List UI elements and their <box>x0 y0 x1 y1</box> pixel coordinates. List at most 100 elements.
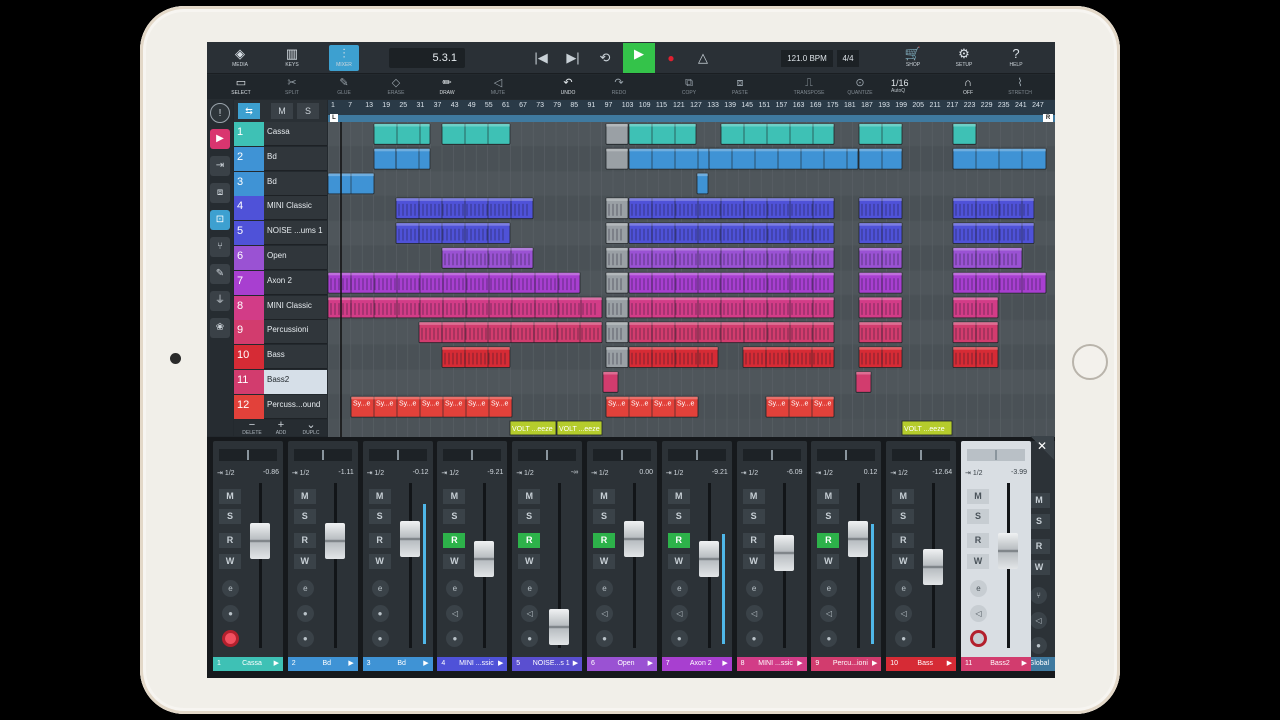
io-selector[interactable]: ⇥ 1/2 <box>292 469 310 477</box>
volume-fader[interactable] <box>848 521 869 557</box>
mute-button[interactable]: M <box>742 489 765 504</box>
position-display[interactable]: 5.3.1 <box>389 48 465 68</box>
record-arm-button[interactable]: ● <box>745 630 763 647</box>
solo-button[interactable]: S <box>518 509 541 524</box>
speaker-icon[interactable]: ◁ <box>745 605 763 622</box>
copy-button[interactable]: ⧉ COPY <box>672 76 706 98</box>
cycle-button[interactable]: ⟲ <box>591 47 619 69</box>
edit-icon[interactable]: e <box>745 580 763 597</box>
read-automation-button[interactable]: R <box>817 533 840 548</box>
clip[interactable] <box>952 147 1047 170</box>
read-automation-button[interactable]: R <box>219 533 241 548</box>
track-header[interactable]: 10 Bass <box>234 345 327 370</box>
speaker-icon[interactable]: ◁ <box>596 605 613 622</box>
solo-button[interactable]: S <box>219 509 241 524</box>
play-button[interactable]: ▶ <box>623 43 655 73</box>
read-automation-button[interactable]: R <box>593 533 615 548</box>
track-header[interactable]: 8 MINI Classic <box>234 295 327 320</box>
track-header[interactable]: 6 Open <box>234 246 327 270</box>
routing-icon[interactable]: ⑂ <box>210 237 230 257</box>
io-selector[interactable]: ⇥ 1/2 <box>890 469 908 477</box>
clip[interactable] <box>855 371 872 393</box>
io-selector[interactable]: ⇥ 1/2 <box>815 469 833 477</box>
clip[interactable] <box>696 172 709 195</box>
clip[interactable] <box>628 346 719 368</box>
automation-icon[interactable]: ✎ <box>210 264 230 284</box>
pan-knob[interactable] <box>443 449 502 461</box>
clip[interactable] <box>328 296 603 319</box>
pan-knob[interactable] <box>667 449 726 461</box>
solo-button[interactable]: S <box>967 509 989 524</box>
volume-fader[interactable] <box>549 609 570 645</box>
edit-icon[interactable]: e <box>596 580 613 597</box>
keys-button[interactable]: ▥ KEYS <box>277 45 307 71</box>
track-header[interactable]: 1 Cassa <box>234 122 327 146</box>
volume-fader[interactable] <box>399 521 420 557</box>
track-header[interactable]: 5 NOISE ...ums 1 <box>234 221 327 246</box>
instrument-icon[interactable]: ▶ <box>210 129 230 149</box>
close-mixer-button[interactable]: ✕ <box>1030 436 1054 460</box>
write-automation-button[interactable]: W <box>892 554 915 569</box>
glue-tool[interactable]: ✎ GLUE <box>327 76 361 98</box>
clip[interactable] <box>858 147 903 170</box>
io-selector[interactable]: ⇥ 1/2 <box>516 469 534 477</box>
write-automation-button[interactable]: W <box>293 554 316 569</box>
mute-tool[interactable]: ◁ MUTE <box>481 76 515 98</box>
mute-button[interactable]: M <box>967 489 989 504</box>
help-button[interactable]: ? HELP <box>1001 45 1031 71</box>
track-header[interactable]: 9 Percussioni <box>234 320 327 345</box>
write-automation-button[interactable]: W <box>817 554 840 569</box>
track-header[interactable]: 4 MINI Classic <box>234 196 327 221</box>
global-solo-button[interactable]: S <box>297 103 319 119</box>
solo-button[interactable]: S <box>742 509 765 524</box>
read-automation-button[interactable]: R <box>742 533 765 548</box>
track-header[interactable]: 3 Bd <box>234 171 327 196</box>
loop-range-bar[interactable] <box>328 115 1055 122</box>
speaker-icon[interactable]: ◁ <box>820 605 838 622</box>
quantize-button[interactable]: ⊙ QUANTIZE <box>843 76 877 98</box>
record-arm-button[interactable] <box>222 630 239 647</box>
read-automation-button[interactable]: R <box>518 533 541 548</box>
volume-fader[interactable] <box>773 535 794 571</box>
channel-label[interactable]: 3 Bd ▶ <box>362 657 433 671</box>
read-automation-button[interactable]: R <box>667 533 690 548</box>
io-selector[interactable]: ⇥ 1/2 <box>441 469 459 477</box>
media-button[interactable]: ◈ MEDIA <box>225 45 255 71</box>
clip[interactable] <box>858 296 903 319</box>
go-to-start-button[interactable]: |◀ <box>527 47 555 69</box>
track-header[interactable]: 7 Axon 2 <box>234 270 327 295</box>
io-selector[interactable]: ⇥ 1/2 <box>965 469 983 477</box>
io-selector[interactable]: ⇥ 1/2 <box>217 469 235 477</box>
speaker-icon[interactable]: ◁ <box>970 605 987 622</box>
clip[interactable] <box>605 123 629 145</box>
clip[interactable] <box>441 123 511 145</box>
clip[interactable] <box>858 123 903 145</box>
pan-knob[interactable] <box>967 449 1025 461</box>
write-automation-button[interactable]: W <box>219 554 241 569</box>
clip[interactable] <box>441 346 511 368</box>
metronome-button[interactable]: △ <box>689 47 717 69</box>
mute-button[interactable]: M <box>293 489 316 504</box>
quantize-value[interactable]: 1/16 AutoQ <box>891 78 909 94</box>
record-arm-button[interactable]: ● <box>296 630 314 647</box>
speaker-icon[interactable]: ◁ <box>895 605 913 622</box>
read-automation-button[interactable]: R <box>443 533 466 548</box>
edit-icon[interactable]: e <box>222 580 239 597</box>
pan-knob[interactable] <box>368 449 427 461</box>
mute-button[interactable]: M <box>219 489 241 504</box>
mute-button[interactable]: M <box>593 489 615 504</box>
write-automation-button[interactable]: W <box>967 554 989 569</box>
speaker-icon[interactable]: ● <box>296 605 314 622</box>
home-button[interactable] <box>1072 344 1108 380</box>
edit-icon[interactable]: e <box>970 580 987 597</box>
global-mute-button[interactable]: M <box>1028 493 1050 508</box>
clip[interactable] <box>605 147 629 170</box>
clip[interactable] <box>328 271 581 294</box>
clip[interactable] <box>858 197 903 220</box>
left-locator[interactable]: L <box>330 114 338 122</box>
clip[interactable] <box>858 247 903 269</box>
write-automation-button[interactable]: W <box>742 554 765 569</box>
write-automation-button[interactable]: W <box>518 554 541 569</box>
channel-label[interactable]: 5 NOISE...s 1 ▶ <box>512 657 583 671</box>
write-automation-button[interactable]: W <box>593 554 615 569</box>
